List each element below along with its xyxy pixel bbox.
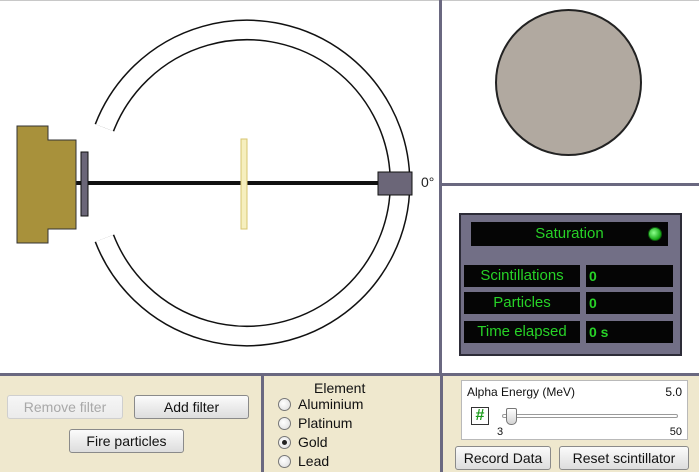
alpha-energy-value: 5.0	[665, 385, 682, 399]
reset-scintillator-button[interactable]: Reset scintillator	[559, 446, 689, 470]
saturation-bar: Saturation	[471, 222, 668, 246]
scintillator-screen-area	[442, 1, 699, 183]
saturation-label: Saturation	[535, 225, 604, 242]
element-title: Element	[314, 380, 366, 396]
filter-controls: Remove filter Add filter Fire particles	[0, 376, 261, 472]
alpha-energy-slider-thumb[interactable]	[505, 408, 517, 425]
add-filter-button[interactable]: Add filter	[134, 395, 249, 419]
element-label-platinum[interactable]: Platinum	[298, 415, 352, 431]
saturation-led-icon	[648, 227, 662, 241]
scintillations-label: Scintillations	[464, 265, 580, 287]
alpha-energy-title: Alpha Energy (MeV)	[467, 385, 576, 399]
filter-holder[interactable]	[80, 151, 89, 217]
detector[interactable]	[377, 171, 413, 196]
right-divider	[441, 183, 699, 186]
apparatus-view: 0°	[0, 0, 439, 373]
slider-min-label: 3	[497, 426, 504, 438]
alpha-energy-box: Alpha Energy (MeV) 5.0 # 3 50	[461, 380, 688, 440]
gold-foil	[240, 138, 248, 230]
fire-particles-button[interactable]: Fire particles	[69, 429, 184, 453]
element-label-aluminium[interactable]: Aluminium	[298, 396, 363, 412]
radio-aluminium[interactable]	[278, 398, 291, 411]
element-label-lead[interactable]: Lead	[298, 453, 329, 469]
slider-max-label: 50	[669, 426, 682, 438]
particles-label: Particles	[464, 292, 580, 314]
alpha-energy-slider-track[interactable]	[502, 414, 678, 418]
rutherford-scattering-app: 0° Saturation Scintillations 0 Particles…	[0, 0, 699, 472]
radio-platinum[interactable]	[278, 417, 291, 430]
radio-gold[interactable]	[278, 436, 291, 449]
apparatus-drawing	[16, 19, 413, 347]
scintillations-value: 0	[586, 265, 673, 287]
record-data-button[interactable]: Record Data	[455, 446, 551, 470]
detector-angle-label: 0°	[421, 174, 435, 190]
hash-icon[interactable]: #	[471, 407, 489, 425]
particles-value: 0	[586, 292, 673, 314]
element-selector: Element Aluminium Platinum Gold Lead	[264, 376, 440, 472]
time-elapsed-label: Time elapsed	[464, 321, 580, 343]
element-label-gold[interactable]: Gold	[298, 434, 328, 450]
radio-selected-dot	[282, 440, 287, 445]
time-elapsed-value: 0 s	[586, 321, 673, 343]
radio-lead[interactable]	[278, 455, 291, 468]
energy-controls: Alpha Energy (MeV) 5.0 # 3 50 Record Dat…	[443, 376, 699, 472]
remove-filter-button[interactable]: Remove filter	[7, 395, 123, 419]
counter-panel: Saturation Scintillations 0 Particles 0 …	[459, 213, 682, 356]
scintillator-screen	[495, 9, 642, 156]
alpha-source	[16, 125, 77, 244]
